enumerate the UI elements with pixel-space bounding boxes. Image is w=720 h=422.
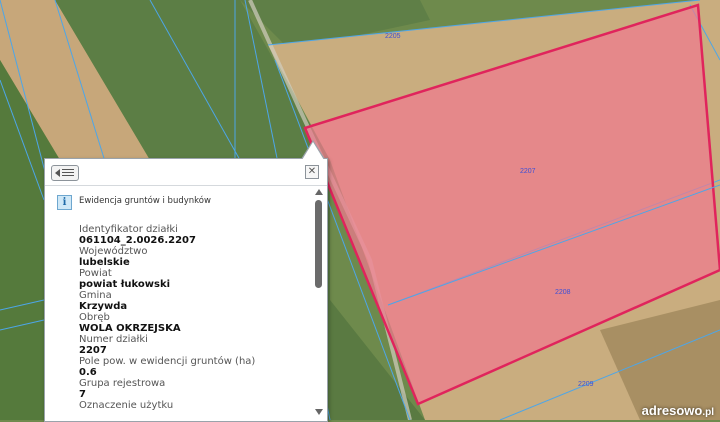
watermark-brand: adresowo — [641, 403, 703, 418]
field-value: 2207 — [79, 345, 107, 356]
parcel-number-label: 2208 — [555, 289, 571, 296]
popup-scrollbar[interactable] — [313, 186, 324, 419]
field-value: powiat łukowski — [79, 279, 171, 290]
list-menu-icon[interactable] — [51, 165, 79, 181]
field-value: 061104_2.0026.2207 — [79, 235, 196, 246]
field-value: lubelskie — [79, 257, 130, 268]
watermark-logo: adresowo.pl — [642, 403, 714, 418]
popup-header: ✕ — [45, 159, 327, 186]
field-label: Oznaczenie użytku — [79, 400, 174, 411]
watermark-suffix: .pl — [702, 407, 714, 418]
field-label: Powiat — [79, 268, 112, 279]
popup-pointer — [301, 140, 325, 160]
scroll-thumb[interactable] — [315, 200, 322, 288]
popup-body: i Ewidencja gruntów i budynków Identyfik… — [45, 186, 313, 421]
field-label: Numer działki — [79, 334, 148, 345]
parcel-number-label: 2207 — [520, 168, 536, 175]
field-label: Województwo — [79, 246, 148, 257]
field-value: WOLA OKRZEJSKA — [79, 323, 181, 334]
close-icon[interactable]: ✕ — [305, 165, 319, 179]
field-value: Krzywda — [79, 301, 128, 312]
parcel-info-popup[interactable]: ✕ i Ewidencja gruntów i budynków Identyf… — [44, 140, 328, 422]
section-title: Ewidencja gruntów i budynków — [79, 196, 211, 206]
field-label: Obręb — [79, 312, 110, 323]
field-label: Pole pow. w ewidencji gruntów (ha) — [79, 356, 256, 367]
parcel-number-label: 2209 — [578, 381, 594, 388]
parcel-number-label: 2205 — [385, 33, 401, 40]
field-value: 7 — [79, 389, 86, 400]
parcel-attributes: Identyfikator działki 061104_2.0026.2207… — [79, 224, 313, 411]
field-label: Gmina — [79, 290, 112, 301]
field-label: Identyfikator działki — [79, 224, 178, 235]
field-value: 0.6 — [79, 367, 97, 378]
info-icon: i — [57, 195, 72, 210]
field-label: Grupa rejestrowa — [79, 378, 166, 389]
scroll-up-icon[interactable] — [315, 189, 323, 195]
scroll-down-icon[interactable] — [315, 409, 323, 415]
